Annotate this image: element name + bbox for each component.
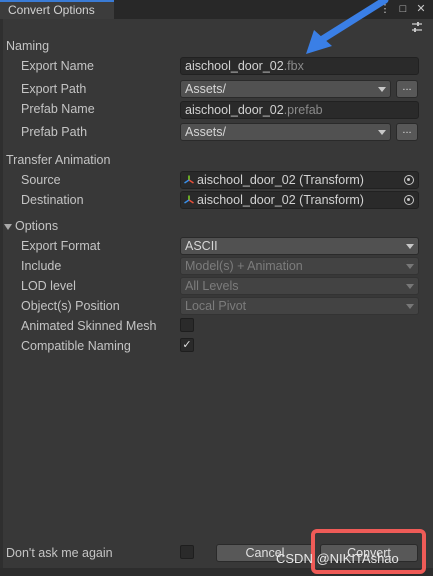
prefab-name-field[interactable]: aischool_door_02.prefab (180, 101, 419, 119)
annotation-arrow-icon (306, 0, 389, 54)
panel-edge (0, 19, 3, 568)
include-dropdown: Model(s) + Animation (180, 257, 419, 275)
chevron-down-icon (406, 264, 414, 269)
export-name-ext: .fbx (283, 59, 304, 73)
section-naming: Naming (6, 39, 50, 53)
chevron-down-icon (406, 284, 414, 289)
export-format-dropdown[interactable]: ASCII (180, 237, 419, 255)
lod-level-value: All Levels (185, 279, 239, 293)
transform-icon (184, 195, 194, 204)
prefab-path-dropdown[interactable]: Assets/ (180, 123, 391, 141)
export-format-value: ASCII (185, 239, 218, 253)
section-transfer-animation: Transfer Animation (6, 153, 111, 167)
export-name-label: Export Name (21, 59, 94, 73)
object-picker-icon[interactable] (404, 175, 414, 185)
prefab-name-ext: .prefab (283, 103, 323, 117)
export-name-value: aischool_door_02 (185, 59, 284, 73)
dont-ask-checkbox[interactable] (180, 545, 194, 559)
transform-icon (184, 175, 194, 184)
options-header: Options (15, 219, 59, 233)
prefab-name-value: aischool_door_02 (185, 103, 284, 117)
compatible-naming-label: Compatible Naming (21, 339, 131, 353)
source-value: aischool_door_02 (Transform) (197, 173, 364, 187)
chevron-down-icon (378, 87, 386, 92)
chevron-down-icon (406, 304, 414, 309)
prefab-path-value: Assets/ (185, 125, 226, 139)
foldout-arrow-icon (4, 223, 12, 230)
object-position-label: Object(s) Position (21, 299, 120, 313)
close-icon[interactable]: ✕ (415, 2, 427, 16)
destination-value: aischool_door_02 (Transform) (197, 193, 364, 207)
object-position-value: Local Pivot (185, 299, 247, 313)
include-value: Model(s) + Animation (185, 259, 303, 273)
chevron-down-icon (378, 130, 386, 135)
export-path-label: Export Path (21, 82, 87, 96)
source-label: Source (21, 173, 61, 187)
object-picker-icon[interactable] (404, 195, 414, 205)
lod-level-dropdown: All Levels (180, 277, 419, 295)
watermark: CSDN @NIKITAshao (276, 551, 399, 566)
export-path-dropdown[interactable]: Assets/ (180, 80, 391, 98)
lod-level-label: LOD level (21, 279, 76, 293)
include-label: Include (21, 259, 62, 273)
export-path-browse-button[interactable]: ... (396, 80, 418, 98)
window-tab[interactable]: Convert Options (0, 0, 114, 19)
window-title: Convert Options (8, 3, 95, 17)
export-path-value: Assets/ (185, 82, 226, 96)
checkmark-icon: ✓ (182, 339, 192, 351)
animated-skinned-mesh-label: Animated Skinned Mesh (21, 319, 157, 333)
prefab-path-label: Prefab Path (21, 125, 88, 139)
export-format-label: Export Format (21, 239, 101, 253)
dont-ask-label: Don't ask me again (6, 546, 113, 560)
settings-sliders-icon[interactable] (411, 21, 423, 33)
prefab-path-browse-button[interactable]: ... (396, 123, 418, 141)
destination-object-field[interactable]: aischool_door_02 (Transform) (180, 191, 419, 209)
destination-label: Destination (21, 193, 84, 207)
section-options-foldout[interactable]: Options (4, 219, 58, 233)
chevron-down-icon (406, 244, 414, 249)
compatible-naming-checkbox[interactable]: ✓ (180, 338, 194, 352)
animated-skinned-mesh-checkbox[interactable] (180, 318, 194, 332)
object-position-dropdown: Local Pivot (180, 297, 419, 315)
prefab-name-label: Prefab Name (21, 102, 95, 116)
source-object-field[interactable]: aischool_door_02 (Transform) (180, 171, 419, 189)
